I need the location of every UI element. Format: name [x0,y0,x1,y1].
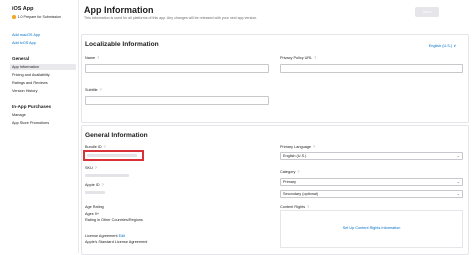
sidebar-item-app-information[interactable]: App Information [10,64,76,70]
general-information-card: General Information Bundle ID? SKU? Appl… [81,125,469,255]
chevron-down-icon: ⌄ [456,191,460,196]
age-rating-value: Ages 9+ [85,212,100,216]
primary-language-label-text: Primary Language [280,145,312,149]
privacy-policy-label-text: Privacy Policy URL [280,56,313,60]
apple-id-label: Apple ID? [85,183,104,187]
license-edit-link[interactable]: Edit [119,234,126,238]
subtitle-label-text: Subtitle [85,88,98,92]
primary-category-value: Primary [283,180,297,184]
content-rights-box: Set Up Content Rights Information [280,210,463,248]
save-button[interactable]: Save [415,7,439,17]
help-icon[interactable]: ? [102,183,104,187]
primary-language-value: English (U.S.) [283,154,307,158]
localization-language-select[interactable]: English (U.S.) ∨ [429,43,456,48]
sidebar: iOS App 1.0 Prepare for Submission Add m… [0,0,79,253]
sidebar-item-pricing[interactable]: Pricing and Availability [10,72,76,78]
general-heading: General [12,56,30,61]
chevron-down-icon: ⌄ [456,153,460,158]
sidebar-item-manage[interactable]: Manage [10,112,76,118]
localizable-section-title: Localizable Information [85,41,159,48]
license-agreement-link[interactable]: Apple's Standard License Agreement [85,240,147,244]
help-icon[interactable]: ? [97,56,99,60]
category-label-text: Category [280,170,296,174]
name-label-text: Name [85,56,96,60]
sidebar-item-version-history[interactable]: Version History [10,88,76,94]
help-icon[interactable]: ? [95,166,97,170]
help-icon[interactable]: ? [307,205,309,209]
bundle-id-highlight [83,150,144,161]
apple-id-label-text: Apple ID [85,183,100,187]
content-rights-label-text: Content Rights [280,205,306,209]
page-description: This information is used for all platfor… [84,16,258,20]
status-dot-icon [12,15,16,19]
page-title: App Information [84,5,154,15]
version-status[interactable]: 1.0 Prepare for Submission [12,15,61,19]
name-input[interactable] [85,64,269,73]
sidebar-item-ratings[interactable]: Ratings and Reviews [10,80,76,86]
sidebar-item-app-store-promotions[interactable]: App Store Promotions [10,120,76,126]
help-icon[interactable]: ? [297,170,299,174]
sku-label-text: SKU [85,166,93,170]
main-content: App Information This information is used… [79,0,474,255]
age-rating-label: Age Rating [85,205,104,209]
secondary-category-select[interactable]: Secondary (optional) ⌄ [280,190,463,198]
primary-language-label: Primary Language? [280,145,315,149]
primary-language-select[interactable]: English (U.S.) ⌄ [280,152,463,160]
general-section-title: General Information [85,132,148,139]
subtitle-input[interactable] [85,96,269,105]
license-agreement-label-text: License Agreement [85,234,118,238]
chevron-down-icon: ⌄ [456,179,460,184]
version-status-label: 1.0 Prepare for Submission [17,15,62,19]
in-app-purchases-heading: In-App Purchases [12,104,52,109]
category-label: Category? [280,170,299,174]
help-icon[interactable]: ? [104,145,106,149]
add-tvos-app-link[interactable]: Add tvOS App [12,41,36,45]
secondary-category-value: Secondary (optional) [283,192,319,196]
subtitle-label: Subtitle? [85,88,102,92]
bundle-id-label-text: Bundle ID [85,145,102,149]
app-name: iOS App [12,6,34,12]
bundle-id-label: Bundle ID? [85,145,106,149]
add-macos-app-link[interactable]: Add macOS App [12,33,40,37]
sku-value [85,174,129,177]
apple-id-value [85,191,105,194]
set-up-content-rights-link[interactable]: Set Up Content Rights Information [281,226,462,230]
privacy-policy-label: Privacy Policy URL? [280,56,316,60]
sku-label: SKU? [85,166,97,170]
license-agreement-label: License Agreement Edit [85,234,125,238]
help-icon[interactable]: ? [314,56,316,60]
help-icon[interactable]: ? [100,88,102,92]
primary-category-select[interactable]: Primary ⌄ [280,178,463,186]
name-label: Name? [85,56,99,60]
age-rating-other-regions-link[interactable]: Rating in Other Countries/Regions [85,218,143,222]
help-icon[interactable]: ? [313,145,315,149]
localizable-information-card: Localizable Information English (U.S.) ∨… [81,34,469,123]
content-rights-label: Content Rights? [280,205,309,209]
privacy-policy-url-input[interactable] [280,64,463,73]
